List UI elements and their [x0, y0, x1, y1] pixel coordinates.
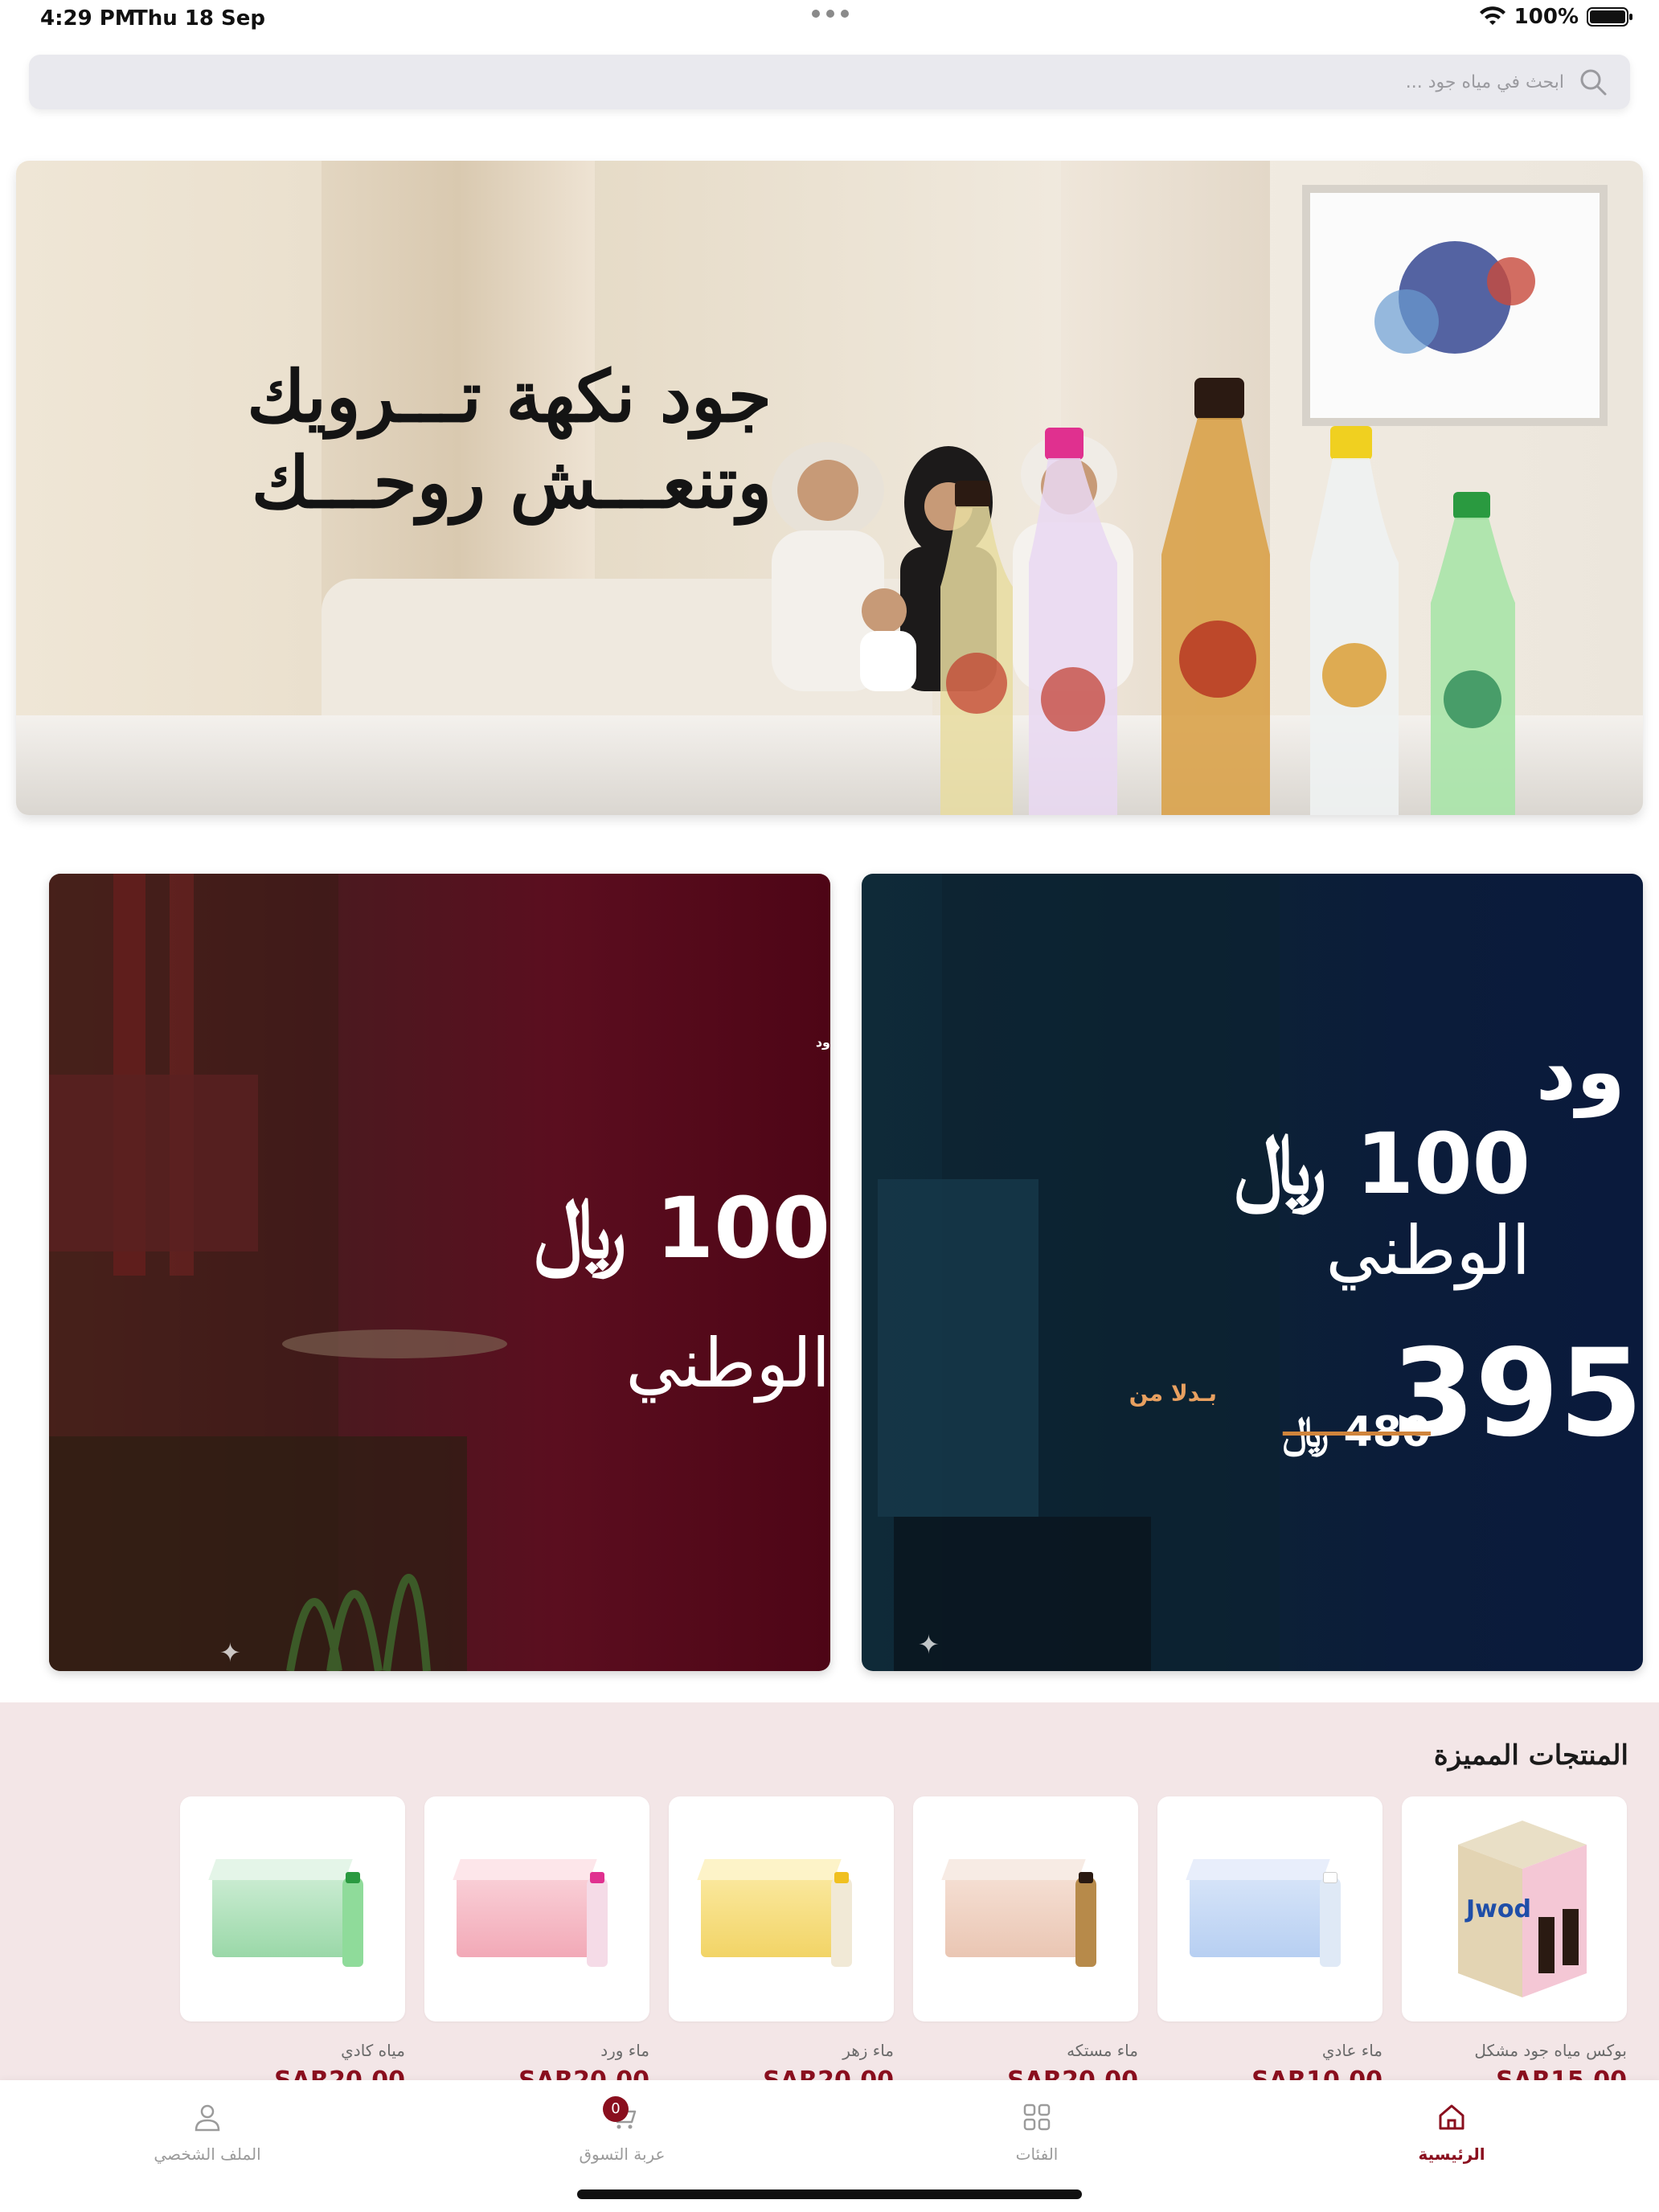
bottles-image [940, 378, 1515, 815]
product-image-blossom-water [669, 1796, 894, 2022]
status-time: 4:29 PM [40, 6, 136, 31]
product-card[interactable]: Jwod بوكس مياه جود مشكل SAR15.00 [1402, 1796, 1627, 2095]
tab-home[interactable]: الرئيسية [1355, 2101, 1548, 2164]
status-indicators: 100% [1479, 5, 1633, 29]
tab-categories[interactable]: الفئات [940, 2101, 1133, 2164]
promo-national: الوطني [1325, 1211, 1530, 1290]
product-image-rose-water [424, 1796, 649, 2022]
cart-count-badge: 0 [603, 2096, 629, 2122]
promo-amount: 100 ﷼ [1234, 1115, 1530, 1213]
svg-text:Jwod: Jwod [1464, 1895, 1531, 1923]
home-icon [1439, 2104, 1464, 2130]
sparkle-icon: ✦ [219, 1637, 241, 1668]
tab-label: الملف الشخصي [154, 2144, 261, 2164]
hero-line-1: جود نكهة تـــرويك [247, 354, 772, 438]
promo-was-label: بـدلا من [1129, 1380, 1217, 1407]
hero-banner[interactable]: جود نكهة تـــرويك وتنعـــش روحـــك [16, 161, 1643, 815]
product-image-mixed-box: Jwod [1402, 1796, 1627, 2022]
search-bar[interactable]: ابحث في مياه جود ... [29, 55, 1630, 109]
product-name: ماء عادي [1321, 2041, 1382, 2060]
product-name: ماء مستكه [1067, 2041, 1138, 2060]
tab-cart[interactable]: 0 عربة التسوق [526, 2096, 719, 2164]
product-image-mastic-water [913, 1796, 1138, 2022]
tab-label: الفئات [1015, 2144, 1059, 2164]
featured-title: المنتجات المميزة [1433, 1739, 1628, 1772]
status-bar: 4:29 PM Thu 18 Sep 100% [0, 0, 1659, 39]
search-icon [1580, 69, 1607, 96]
promo-national: الوطني [625, 1324, 830, 1403]
promo-brand: ود [815, 1034, 830, 1050]
wifi-icon [1479, 6, 1505, 25]
promo-brand: ود [1535, 1026, 1625, 1118]
product-card[interactable]: ماء عادي SAR10.00 [1157, 1796, 1382, 2095]
promo-card-national-day-red[interactable]: ود 100 ﷼ الوطني ✦ [49, 874, 830, 1671]
promo-amount: 100 ﷼ [534, 1179, 830, 1277]
grid-icon [1023, 2103, 1051, 2131]
multitasking-dots-icon[interactable] [812, 10, 849, 18]
battery-percent: 100% [1514, 5, 1579, 29]
hero-headline: جود نكهة تـــرويك وتنعـــش روحـــك [48, 354, 772, 526]
person-icon [195, 2104, 220, 2132]
promo-card-national-day-blue[interactable]: ود 100 ﷼ الوطني 395 بـدلا من 480 ﷼ ✦ [862, 874, 1643, 1671]
product-card[interactable]: ماء مستكه SAR20.00 [913, 1796, 1138, 2095]
product-image-kadi-water [180, 1796, 405, 2022]
status-date: Thu 18 Sep [133, 6, 266, 31]
product-name: ماء ورد [600, 2041, 649, 2060]
featured-products-section: المنتجات المميزة Jwod بوكس مياه جود مشكل… [0, 1702, 1659, 2095]
home-indicator[interactable] [577, 2189, 1082, 2199]
product-name: ماء زهر [842, 2041, 894, 2060]
product-card[interactable]: مياه كادي SAR20.00 [180, 1796, 405, 2095]
product-image-regular-water [1157, 1796, 1382, 2022]
product-name: بوكس مياه جود مشكل [1474, 2041, 1627, 2060]
tab-profile[interactable]: الملف الشخصي [111, 2101, 304, 2164]
search-input[interactable]: ابحث في مياه جود ... [1406, 72, 1564, 92]
product-card[interactable]: ماء زهر SAR20.00 [669, 1796, 894, 2095]
product-card[interactable]: ماء ورد SAR20.00 [424, 1796, 649, 2095]
hero-line-2: وتنعـــش روحـــك [251, 440, 772, 525]
tab-label: الرئيسية [1418, 2144, 1485, 2164]
sparkle-icon: ✦ [918, 1629, 940, 1660]
tab-label: عربة التسوق [579, 2144, 666, 2164]
battery-icon [1587, 7, 1632, 27]
promo-was-price: 480 ﷼ [1282, 1408, 1431, 1456]
product-name: مياه كادي [341, 2041, 405, 2060]
